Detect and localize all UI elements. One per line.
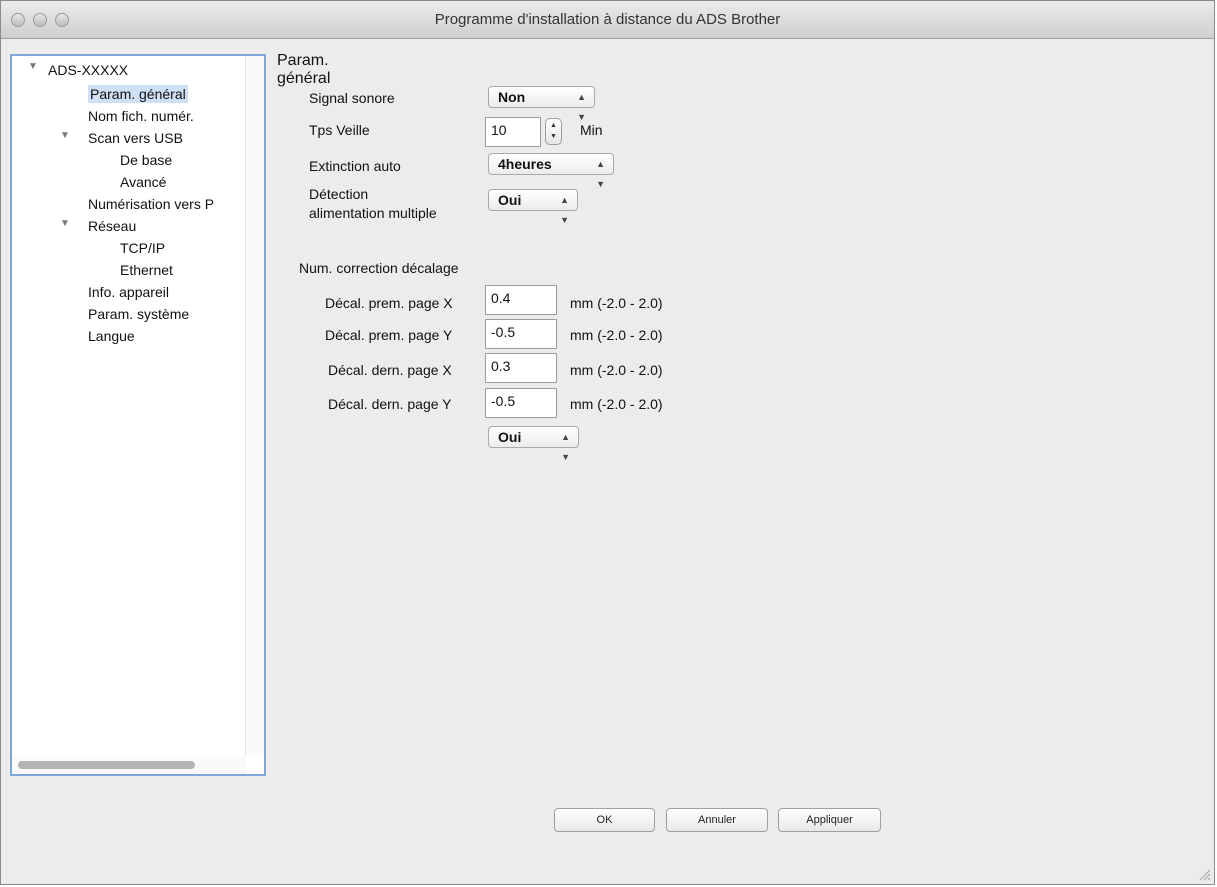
tree-item-info-appareil[interactable]: Info. appareil <box>88 283 169 301</box>
offset-input-last-y[interactable]: -0.5 <box>485 388 557 418</box>
offset-label-first-y: Décal. prem. page Y <box>325 327 453 343</box>
offset-label-last-x: Décal. dern. page X <box>328 362 452 378</box>
title-bar: Programme d'installation à distance du A… <box>1 1 1214 39</box>
signal-label: Signal sonore <box>309 90 395 106</box>
multifeed-popup[interactable]: Oui ▲ ▼ <box>488 189 578 225</box>
autooff-label: Extinction auto <box>309 158 401 174</box>
offset-range-last-x: mm (-2.0 - 2.0) <box>570 362 663 378</box>
offset-section-title: Num. correction décalage <box>299 260 459 276</box>
sleep-unit: Min <box>580 122 603 138</box>
app-window: Programme d'installation à distance du A… <box>0 0 1215 885</box>
tree-item-avance[interactable]: Avancé <box>120 173 166 191</box>
disclosure-triangle-icon[interactable]: ▼ <box>60 130 70 141</box>
window-title: Programme d'installation à distance du A… <box>434 11 781 28</box>
tree-item-root[interactable]: ADS-XXXXX <box>48 61 128 79</box>
cancel-button[interactable]: Annuler <box>666 808 768 832</box>
autooff-value: 4heures <box>498 156 552 172</box>
tree-item-de-base[interactable]: De base <box>120 151 172 169</box>
horizontal-scrollbar[interactable] <box>12 756 246 774</box>
multifeed-value: Oui <box>498 192 522 208</box>
panel-title: Param. général <box>277 52 331 87</box>
offset-label-last-y: Décal. dern. page Y <box>328 396 452 412</box>
offset-label-first-x: Décal. prem. page X <box>325 295 453 311</box>
popup-arrows-icon: ▲ ▼ <box>577 92 586 122</box>
scrollbar-thumb[interactable] <box>18 761 195 769</box>
tree-item-numerisation[interactable]: Numérisation vers P <box>88 195 214 213</box>
settings-tree[interactable]: ▼ ADS-XXXXX Param. général Nom fich. num… <box>10 54 266 776</box>
popup-arrows-icon: ▲ ▼ <box>596 159 605 189</box>
multifeed-label-line1: Détection <box>309 186 369 202</box>
popup-arrows-icon: ▲ ▼ <box>560 195 569 225</box>
sleep-label: Tps Veille <box>309 122 370 138</box>
popup-arrows-icon: ▲ ▼ <box>561 432 570 462</box>
tree-content: ▼ ADS-XXXXX Param. général Nom fich. num… <box>12 56 246 756</box>
offset-input-last-x[interactable]: 0.3 <box>485 353 557 383</box>
tree-item-langue[interactable]: Langue <box>88 327 135 345</box>
tree-item-param-systeme[interactable]: Param. système <box>88 305 189 323</box>
vertical-scrollbar[interactable] <box>245 56 264 756</box>
ok-button[interactable]: OK <box>554 808 655 832</box>
tree-item-tcpip[interactable]: TCP/IP <box>120 239 165 257</box>
autooff-popup[interactable]: 4heures ▲ ▼ <box>488 153 614 189</box>
signal-value: Non <box>498 89 526 105</box>
disclosure-triangle-icon[interactable]: ▼ <box>60 218 70 229</box>
extra-value: Oui <box>498 429 522 445</box>
apply-button[interactable]: Appliquer <box>778 808 881 832</box>
tree-item-ethernet[interactable]: Ethernet <box>120 261 173 279</box>
signal-popup[interactable]: Non ▲ ▼ <box>488 86 595 122</box>
tree-item-param-general[interactable]: Param. général <box>88 85 188 103</box>
offset-input-first-x[interactable]: 0.4 <box>485 285 557 315</box>
offset-range-first-x: mm (-2.0 - 2.0) <box>570 295 663 311</box>
offset-range-first-y: mm (-2.0 - 2.0) <box>570 327 663 343</box>
extra-popup[interactable]: Oui ▲ ▼ <box>488 426 579 462</box>
stepper-down-icon[interactable]: ▼ <box>546 133 561 140</box>
tree-item-nom-fich[interactable]: Nom fich. numér. <box>88 107 194 125</box>
offset-input-first-y[interactable]: -0.5 <box>485 319 557 349</box>
stepper-up-icon[interactable]: ▲ <box>546 122 561 129</box>
sleep-stepper[interactable]: ▲ ▼ <box>545 118 562 145</box>
resize-grip-icon[interactable] <box>1197 867 1211 881</box>
disclosure-triangle-icon[interactable]: ▼ <box>28 61 38 72</box>
multifeed-label-line2: alimentation multiple <box>309 205 437 221</box>
offset-range-last-y: mm (-2.0 - 2.0) <box>570 396 663 412</box>
sleep-input[interactable]: 10 <box>485 117 541 147</box>
tree-item-scan-usb[interactable]: Scan vers USB <box>88 129 183 147</box>
tree-item-reseau[interactable]: Réseau <box>88 217 136 235</box>
